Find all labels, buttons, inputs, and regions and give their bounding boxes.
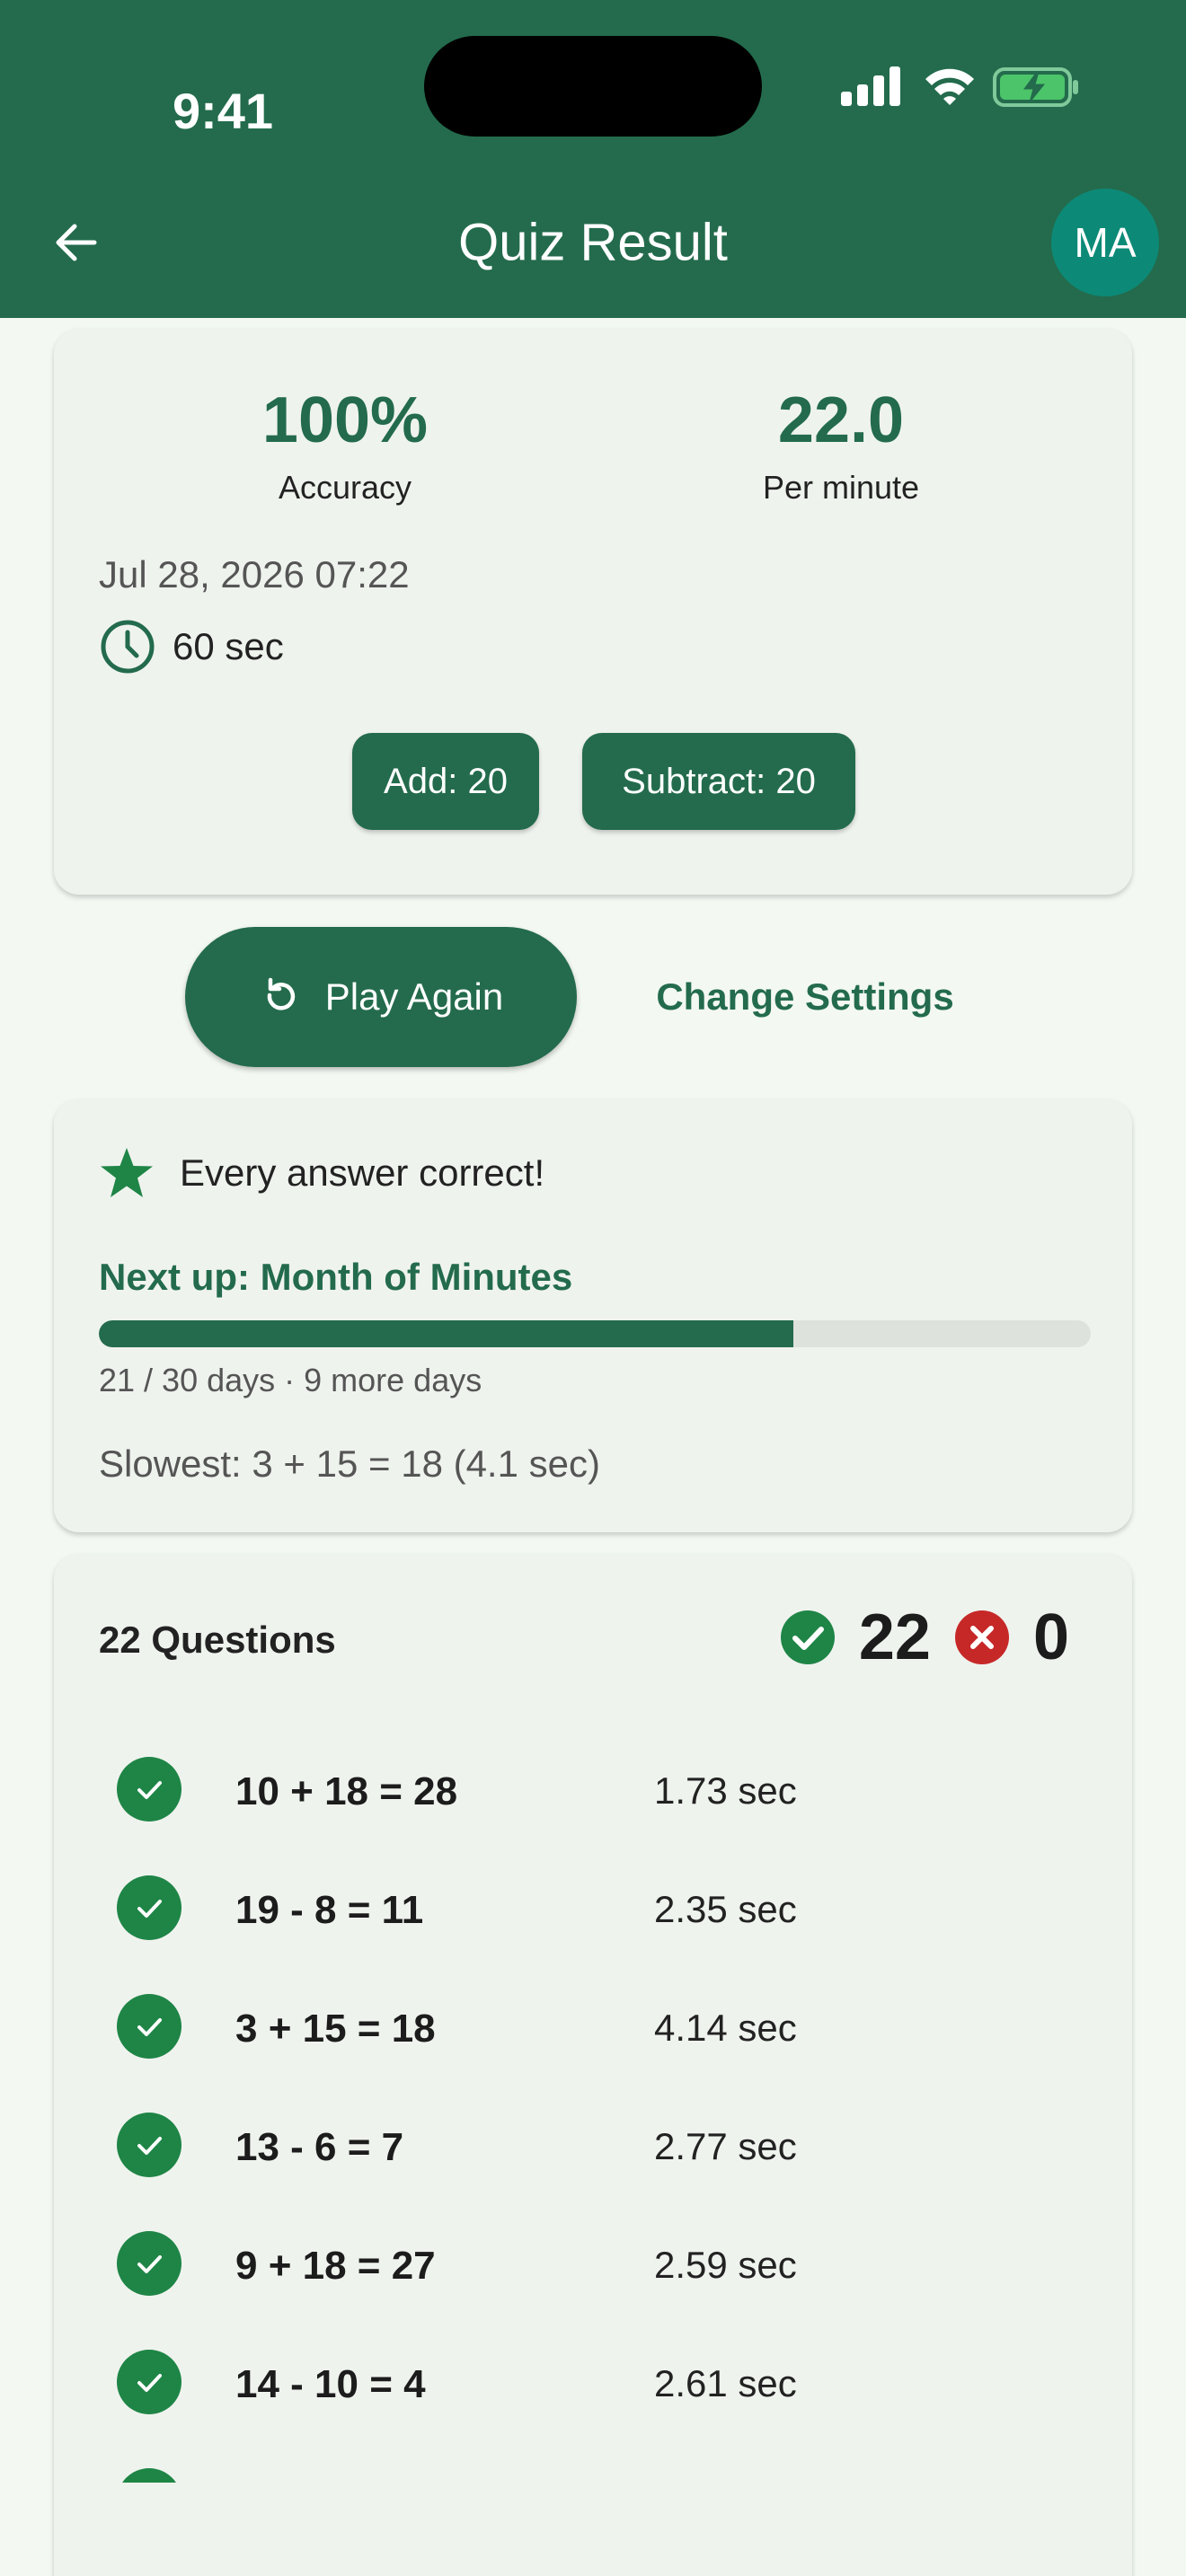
slowest-question: Slowest: 3 + 15 = 18 (4.1 sec) (99, 1442, 600, 1485)
question-time: 4.14 sec (654, 2007, 797, 2049)
replay-icon (267, 977, 295, 1010)
question-expression: 13 - 6 = 7 (235, 2125, 404, 2169)
questions-card: 22 Questions 22 0 10 + 18 = 28 1.73 sec (54, 1554, 1132, 2576)
rate-label: Per minute (762, 469, 920, 506)
congrats-row: Every answer correct! (99, 1146, 544, 1200)
question-time: 2.77 sec (654, 2125, 797, 2167)
correct-check-icon (117, 2468, 181, 2483)
arrow-back-icon (56, 224, 97, 261)
battery-charging-icon (993, 67, 1078, 107)
correct-check-icon (117, 1757, 181, 1822)
back-button[interactable] (36, 207, 117, 278)
question-row: 13 - 6 = 7 2.77 sec (117, 2100, 1105, 2190)
page-title: Quiz Result (458, 213, 728, 272)
next-achievement-title: Next up: Month of Minutes (99, 1256, 573, 1298)
wifi-icon (925, 68, 974, 105)
dynamic-island (424, 36, 762, 137)
achievement-progress-bar (99, 1320, 1091, 1347)
question-time: 2.59 sec (654, 2244, 797, 2286)
question-row-partial (117, 2456, 1105, 2483)
achievement-card: Every answer correct! Next up: Month of … (54, 1099, 1132, 1532)
question-row: 9 + 18 = 27 2.59 sec (117, 2219, 1105, 2308)
operation-chip-add: Add: 20 (352, 733, 539, 830)
wrong-count: 0 (1032, 1601, 1069, 1673)
quiz-date: Jul 28, 2026 07:22 (99, 553, 410, 595)
correct-check-icon (117, 2231, 181, 2296)
correct-check-icon (117, 2113, 181, 2177)
accuracy-value: 100% (261, 384, 429, 456)
clock-icon (101, 620, 155, 674)
duration-text: 60 sec (173, 625, 284, 667)
question-expression: 19 - 8 = 11 (235, 1888, 424, 1932)
progress-text: 21 / 30 days · 9 more days (99, 1362, 482, 1398)
operation-chip-subtract: Subtract: 20 (582, 733, 855, 830)
correct-check-icon (117, 1875, 181, 1940)
status-time: 9:41 (172, 83, 274, 139)
correct-check-icon (117, 2350, 181, 2414)
play-again-label: Play Again (324, 975, 504, 1018)
question-expression: 14 - 10 = 4 (235, 2362, 426, 2406)
question-expression: 3 + 15 = 18 (235, 2007, 436, 2051)
congrats-text: Every answer correct! (180, 1151, 545, 1194)
achievement-progress-fill (99, 1320, 793, 1347)
question-row: 19 - 8 = 11 2.35 sec (117, 1863, 1105, 1953)
question-expression: 10 + 18 = 28 (235, 1769, 458, 1813)
app-header: 9:41 Quiz Result MA (0, 0, 1186, 318)
question-row: 3 + 15 = 18 4.14 sec (117, 1981, 1105, 2071)
question-time: 1.73 sec (654, 1769, 797, 1812)
question-expression: 9 + 18 = 27 (235, 2244, 436, 2288)
play-again-button[interactable]: Play Again (185, 927, 577, 1067)
accuracy-label: Accuracy (278, 469, 412, 506)
correct-check-icon (117, 1994, 181, 2059)
questions-title: 22 Questions (99, 1619, 336, 1661)
question-time: 2.35 sec (654, 1888, 797, 1930)
cellular-signal-icon (841, 66, 900, 106)
question-time: 2.61 sec (654, 2362, 797, 2404)
question-row: 14 - 10 = 4 2.61 sec (117, 2337, 1105, 2427)
question-row: 10 + 18 = 28 1.73 sec (117, 1744, 1105, 1834)
score-summary: 22 0 (780, 1601, 1069, 1674)
summary-card: 100% Accuracy 22.0 Per minute Jul 28, 20… (54, 329, 1132, 895)
quiz-duration: 60 sec (99, 618, 284, 675)
rate-value: 22.0 (777, 384, 905, 456)
star-icon (101, 1148, 153, 1197)
correct-count: 22 (858, 1601, 931, 1673)
correct-count-icon (780, 1610, 835, 1664)
avatar[interactable]: MA (1051, 189, 1159, 296)
wrong-count-icon (954, 1610, 1009, 1664)
change-settings-button[interactable]: Change Settings (656, 975, 953, 1019)
